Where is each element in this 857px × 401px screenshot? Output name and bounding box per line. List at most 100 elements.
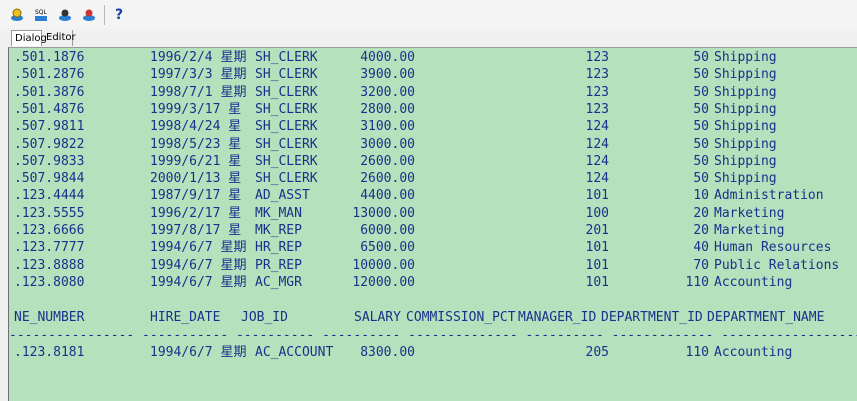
output-console[interactable]: .501.1876 1996/2/4 星期 SH_CLERK 4000.00 123 50… [8, 47, 857, 401]
table-row: .123.5555 1996/2/17 星 MK_MAN 13000.00 100 20 M… [9, 205, 857, 223]
cell-department-name: Shipping [714, 101, 777, 117]
tab-dialog[interactable]: Dialog [11, 30, 47, 46]
cell-job-id: PR_REP [255, 257, 302, 273]
cell-phone: .123.6666 [14, 223, 85, 238]
cell-department-name: Administration [714, 188, 824, 204]
header-department-id: DEPARTMENT_ID [601, 310, 703, 325]
db-icon[interactable] [56, 6, 74, 24]
cell-job-id: SH_CLERK [255, 101, 318, 117]
cell-phone: .507.9811 [14, 119, 85, 135]
cell-phone: .123.7777 [14, 240, 85, 256]
cell-hire-date: 1998/5/23 星 [150, 136, 242, 152]
cell-department-name: Human Resources [714, 240, 832, 256]
cell-phone: .507.9833 [14, 153, 85, 169]
toolbar-separator [104, 5, 105, 25]
table-row: .507.9833 1999/6/21 星 SH_CLERK 2600.00 124 50… [9, 153, 857, 171]
cell-job-id: SH_CLERK [255, 84, 318, 100]
cell-department-name: Shipping [714, 171, 777, 187]
cell-job-id: MK_MAN [255, 205, 302, 221]
cell-department-id: 50 [693, 153, 709, 169]
cell-manager-id: 100 [585, 205, 609, 221]
cell-phone: .123.5555 [14, 205, 85, 221]
cell-manager-id: 124 [585, 119, 609, 135]
header-salary: SALARY [354, 310, 401, 325]
cell-job-id: SH_CLERK [255, 67, 318, 83]
cell-job-id: SH_CLERK [255, 50, 318, 65]
cell-job-id: AC_MGR [255, 274, 302, 290]
cell-department-name: Shipping [714, 136, 777, 152]
cell-salary: 10000.00 [352, 257, 415, 273]
cell-salary: 3100.00 [360, 119, 415, 135]
cell-salary: 3200.00 [360, 84, 415, 100]
cell-manager-id: 124 [585, 153, 609, 169]
cell-manager-id: 124 [585, 136, 609, 152]
header-separator: ---------------- ----------- ---------- … [9, 327, 857, 345]
cell-phone: .501.2876 [14, 67, 85, 83]
db-alt-icon[interactable] [80, 6, 98, 24]
help-icon[interactable]: ? [115, 7, 123, 23]
cell-department-id: 50 [693, 50, 709, 65]
cell-phone: .501.3876 [14, 84, 85, 100]
cell-phone: .123.8181 [14, 345, 85, 360]
cell-hire-date: 1997/3/3 星期 [150, 67, 247, 83]
cell-hire-date: 1999/3/17 星 [150, 101, 242, 117]
table-row: .123.8181 1994/6/7 星期 AC_ACCOUNT 8300.00 205… [9, 344, 857, 362]
cell-hire-date: 1994/6/7 星期 [150, 274, 247, 290]
cell-manager-id: 124 [585, 171, 609, 187]
header-commission-pct: COMMISSION_PCT [406, 310, 516, 325]
cell-phone: .123.4444 [14, 188, 85, 204]
cell-job-id: SH_CLERK [255, 119, 318, 135]
separator-dashes: ---------------- ----------- ---------- … [9, 328, 857, 343]
cell-department-id: 70 [693, 257, 709, 273]
cell-department-id: 50 [693, 119, 709, 135]
cell-department-id: 40 [693, 240, 709, 256]
sql-icon[interactable]: SQL [32, 6, 50, 24]
cell-department-name: Marketing [714, 223, 785, 238]
header-department-name: DEPARTMENT_NAME [707, 310, 825, 325]
cell-job-id: SH_CLERK [255, 136, 318, 152]
cell-phone: .507.9844 [14, 171, 85, 187]
cell-department-name: Marketing [714, 205, 785, 221]
cell-manager-id: 101 [585, 257, 609, 273]
cell-manager-id: 123 [585, 67, 609, 83]
cell-job-id: SH_CLERK [255, 171, 318, 187]
cell-phone: .501.1876 [14, 50, 85, 65]
help-button[interactable]: ? [110, 6, 128, 24]
cell-department-name: Public Relations [714, 257, 840, 273]
cell-manager-id: 101 [585, 188, 609, 204]
table-row: .501.1876 1996/2/4 星期 SH_CLERK 4000.00 123 50… [9, 49, 857, 67]
cell-salary: 12000.00 [352, 274, 415, 290]
cell-salary: 2600.00 [360, 153, 415, 169]
cell-manager-id: 123 [585, 50, 609, 65]
cell-salary: 3900.00 [360, 67, 415, 83]
table-row: .501.3876 1998/7/1 星期 SH_CLERK 3200.00 123 50… [9, 84, 857, 102]
cell-department-name: Accounting [714, 345, 793, 360]
cell-hire-date: 1996/2/4 星期 [150, 50, 247, 65]
cell-hire-date: 1996/2/17 星 [150, 205, 242, 221]
cell-phone: .507.9822 [14, 136, 85, 152]
cell-salary: 3000.00 [360, 136, 415, 152]
table-row: .501.2876 1997/3/3 星期 SH_CLERK 3900.00 123 50… [9, 66, 857, 84]
table-row: .501.4876 1999/3/17 星 SH_CLERK 2800.00 123 50… [9, 101, 857, 119]
tab-editor[interactable]: Editor [43, 30, 76, 46]
cell-job-id: HR_REP [255, 240, 302, 256]
cell-phone: .123.8080 [14, 274, 85, 290]
table-row: .507.9811 1998/4/24 星 SH_CLERK 3100.00 124 50… [9, 118, 857, 136]
header-hire-date: HIRE_DATE [150, 310, 221, 325]
cell-job-id: SH_CLERK [255, 153, 318, 169]
cell-department-name: Accounting [714, 274, 793, 290]
cell-phone: .123.8888 [14, 257, 85, 273]
cell-department-name: Shipping [714, 50, 777, 65]
run-icon[interactable] [8, 6, 26, 24]
cell-hire-date: 1998/4/24 星 [150, 119, 242, 135]
header-manager-id: MANAGER_ID [518, 310, 597, 325]
cell-department-id: 50 [693, 136, 709, 152]
cell-department-id: 110 [685, 345, 709, 360]
table-header: NE_NUMBER HIRE_DATE JOB_ID SALARY COMMISSION… [9, 309, 857, 327]
cell-phone: .501.4876 [14, 101, 85, 117]
cell-salary: 6500.00 [360, 240, 415, 256]
table-row: .123.6666 1997/8/17 星 MK_REP 6000.00 201 20 Ma… [9, 222, 857, 240]
cell-manager-id: 101 [585, 274, 609, 290]
table-row: .123.4444 1987/9/17 星 AD_ASST 4400.00 101 10 A… [9, 187, 857, 205]
cell-department-id: 10 [693, 188, 709, 204]
